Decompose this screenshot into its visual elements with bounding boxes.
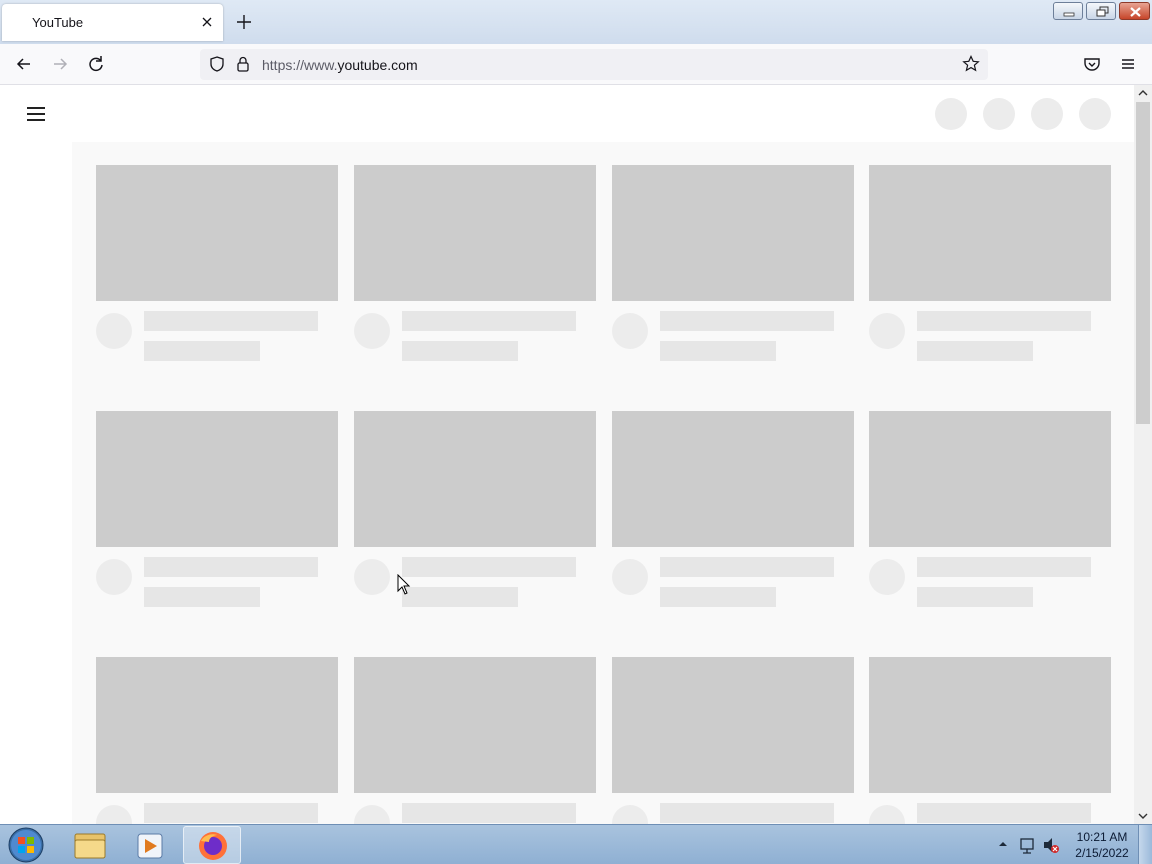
meta-placeholder bbox=[660, 587, 776, 607]
back-arrow-icon[interactable] bbox=[13, 53, 35, 75]
thumbnail-placeholder bbox=[96, 165, 338, 301]
thumbnail-placeholder bbox=[96, 657, 338, 793]
placeholder-topbar-button bbox=[983, 98, 1015, 130]
network-icon bbox=[1020, 838, 1034, 850]
tab-title: YouTube bbox=[32, 15, 84, 30]
clock-date: 2/15/2022 bbox=[1075, 846, 1129, 860]
avatar-placeholder bbox=[612, 805, 648, 824]
shield-icon[interactable] bbox=[207, 54, 227, 74]
thumbnail-placeholder bbox=[869, 411, 1111, 547]
title-placeholder bbox=[917, 557, 1091, 577]
restore-icon bbox=[1096, 6, 1109, 17]
title-placeholder bbox=[144, 311, 318, 331]
meta-placeholder bbox=[144, 587, 260, 607]
avatar-placeholder bbox=[612, 559, 648, 595]
browser-titlebar: YouTube bbox=[0, 0, 1152, 44]
avatar-placeholder bbox=[354, 805, 390, 824]
star-icon[interactable] bbox=[961, 54, 981, 74]
avatar-placeholder bbox=[96, 559, 132, 595]
thumbnail-placeholder bbox=[354, 657, 596, 793]
meta-placeholder bbox=[144, 341, 260, 361]
url-text[interactable]: https://www.youtube.com bbox=[262, 57, 418, 73]
title-placeholder bbox=[144, 557, 318, 577]
avatar-placeholder bbox=[354, 559, 390, 595]
thumbnail-placeholder bbox=[354, 165, 596, 301]
title-placeholder bbox=[144, 803, 318, 823]
tab-youtube[interactable]: YouTube bbox=[2, 4, 223, 41]
tray-expand-icon bbox=[999, 842, 1007, 846]
windows-taskbar: 10:21 AM 2/15/2022 bbox=[0, 824, 1152, 864]
thumbnail-placeholder bbox=[612, 165, 854, 301]
address-bar[interactable]: https://www.youtube.com bbox=[200, 49, 988, 80]
media-player-icon bbox=[137, 833, 163, 859]
meta-placeholder bbox=[660, 341, 776, 361]
navigation-toolbar: https://www.youtube.com bbox=[0, 44, 1152, 85]
meta-placeholder bbox=[917, 341, 1033, 361]
close-icon[interactable] bbox=[199, 14, 215, 30]
taskbar-firefox[interactable] bbox=[183, 826, 241, 864]
youtube-page bbox=[0, 85, 1134, 824]
taskbar-explorer[interactable] bbox=[61, 826, 119, 864]
guide-menu-icon[interactable] bbox=[24, 102, 48, 126]
thumbnail-placeholder bbox=[96, 411, 338, 547]
meta-placeholder bbox=[402, 341, 518, 361]
new-tab-button[interactable] bbox=[233, 11, 255, 33]
title-placeholder bbox=[402, 311, 576, 331]
taskbar-media-player[interactable] bbox=[122, 826, 180, 864]
avatar-placeholder bbox=[96, 313, 132, 349]
pocket-icon[interactable] bbox=[1081, 53, 1103, 75]
title-placeholder bbox=[660, 311, 834, 331]
url-scheme: https://www. bbox=[262, 57, 338, 73]
thumbnail-placeholder bbox=[612, 657, 854, 793]
clock-time: 10:21 AM bbox=[1076, 830, 1128, 844]
firefox-icon bbox=[199, 832, 227, 860]
title-placeholder bbox=[402, 557, 576, 577]
hamburger-menu-icon[interactable] bbox=[1117, 53, 1139, 75]
meta-placeholder bbox=[402, 587, 518, 607]
close-window-icon bbox=[1130, 7, 1141, 17]
thumbnail-placeholder bbox=[869, 657, 1111, 793]
thumbnail-placeholder bbox=[612, 411, 854, 547]
restore-button[interactable] bbox=[1086, 2, 1116, 20]
avatar-placeholder bbox=[869, 805, 905, 824]
minimize-button[interactable] bbox=[1053, 2, 1083, 20]
system-tray[interactable] bbox=[996, 833, 1066, 857]
reload-icon[interactable] bbox=[85, 53, 107, 75]
title-placeholder bbox=[660, 557, 834, 577]
scroll-up-arrow-icon[interactable] bbox=[1134, 85, 1152, 101]
title-placeholder bbox=[402, 803, 576, 823]
minimize-icon bbox=[1063, 12, 1075, 17]
taskbar-clock[interactable]: 10:21 AM 2/15/2022 bbox=[1072, 829, 1132, 861]
video-grid bbox=[72, 142, 1134, 824]
page-scrollbar[interactable] bbox=[1134, 85, 1152, 824]
title-placeholder bbox=[660, 803, 834, 823]
avatar-placeholder bbox=[869, 313, 905, 349]
avatar-placeholder bbox=[612, 313, 648, 349]
avatar-placeholder bbox=[96, 805, 132, 824]
close-window-button[interactable] bbox=[1119, 2, 1150, 20]
placeholder-topbar-button bbox=[1079, 98, 1111, 130]
folder-icon bbox=[74, 833, 106, 859]
meta-placeholder bbox=[917, 587, 1033, 607]
scrollbar-thumb[interactable] bbox=[1136, 102, 1150, 424]
show-desktop-button[interactable] bbox=[1138, 825, 1152, 864]
thumbnail-placeholder bbox=[354, 411, 596, 547]
forward-arrow-icon[interactable] bbox=[49, 53, 71, 75]
windows-start-icon[interactable] bbox=[6, 826, 46, 864]
placeholder-topbar-button bbox=[1031, 98, 1063, 130]
mouse-cursor-icon bbox=[397, 574, 411, 595]
title-placeholder bbox=[917, 311, 1091, 331]
avatar-placeholder bbox=[354, 313, 390, 349]
title-placeholder bbox=[917, 803, 1091, 823]
volume-muted-icon bbox=[1044, 838, 1052, 852]
placeholder-topbar-button bbox=[935, 98, 967, 130]
url-host: youtube.com bbox=[337, 57, 418, 73]
scroll-down-arrow-icon[interactable] bbox=[1134, 808, 1152, 824]
avatar-placeholder bbox=[869, 559, 905, 595]
lock-icon[interactable] bbox=[233, 54, 253, 74]
thumbnail-placeholder bbox=[869, 165, 1111, 301]
